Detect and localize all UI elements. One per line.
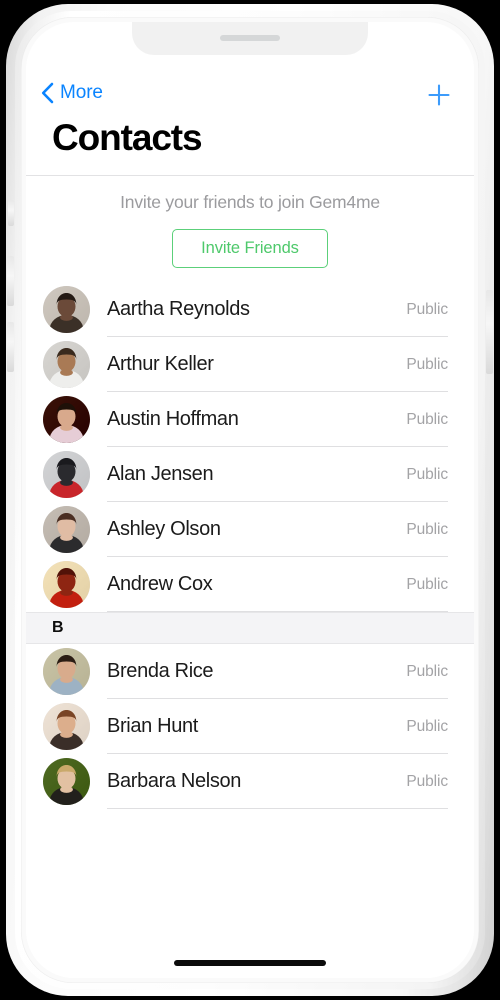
notch bbox=[132, 22, 368, 55]
contact-row[interactable]: Andrew Cox Public bbox=[26, 557, 474, 612]
silent-switch-button[interactable] bbox=[8, 200, 14, 226]
volume-down-button[interactable] bbox=[7, 322, 14, 372]
avatar bbox=[43, 341, 90, 388]
avatar bbox=[43, 758, 90, 805]
avatar bbox=[43, 396, 90, 443]
contact-name: Alan Jensen bbox=[107, 463, 214, 485]
back-button-label: More bbox=[60, 82, 103, 103]
volume-up-button[interactable] bbox=[7, 256, 14, 306]
contact-group: Brenda Rice Public Brian Hunt Public Barba… bbox=[26, 644, 474, 809]
contact-status-badge: Public bbox=[406, 575, 448, 593]
contact-row[interactable]: Brenda Rice Public bbox=[26, 644, 474, 699]
contact-row[interactable]: Aartha Reynolds Public bbox=[26, 282, 474, 337]
contact-name: Ashley Olson bbox=[107, 518, 221, 540]
invite-friends-button[interactable]: Invite Friends bbox=[172, 229, 328, 268]
contact-name: Aartha Reynolds bbox=[107, 298, 250, 320]
avatar bbox=[43, 703, 90, 750]
contact-status-badge: Public bbox=[406, 772, 448, 790]
back-button[interactable]: More bbox=[41, 82, 103, 104]
contacts-list: Aartha Reynolds Public Arthur Keller Publi… bbox=[26, 282, 474, 809]
home-indicator[interactable] bbox=[174, 960, 326, 966]
contact-status-badge: Public bbox=[406, 355, 448, 373]
contact-name: Brian Hunt bbox=[107, 715, 198, 737]
power-button[interactable] bbox=[486, 290, 493, 374]
contact-name: Austin Hoffman bbox=[107, 408, 239, 430]
navigation-bar: More Contacts bbox=[26, 55, 474, 176]
phone-screen: More Contacts Invite your friends to joi… bbox=[26, 22, 474, 978]
contact-status-badge: Public bbox=[406, 465, 448, 483]
avatar bbox=[43, 561, 90, 608]
contact-status-badge: Public bbox=[406, 717, 448, 735]
phone-frame: More Contacts Invite your friends to joi… bbox=[6, 4, 494, 996]
invite-banner: Invite your friends to join Gem4me Invit… bbox=[26, 176, 474, 282]
contact-group: Aartha Reynolds Public Arthur Keller Publi… bbox=[26, 282, 474, 612]
add-contact-button[interactable] bbox=[424, 80, 454, 110]
contacts-scroll-area[interactable]: Invite your friends to join Gem4me Invit… bbox=[26, 176, 474, 978]
contact-status-badge: Public bbox=[406, 520, 448, 538]
avatar bbox=[43, 451, 90, 498]
contact-status-badge: Public bbox=[406, 410, 448, 428]
earpiece-speaker-icon bbox=[220, 35, 280, 41]
contact-name: Andrew Cox bbox=[107, 573, 213, 595]
contact-status-badge: Public bbox=[406, 300, 448, 318]
contact-row[interactable]: Brian Hunt Public bbox=[26, 699, 474, 754]
plus-icon bbox=[424, 80, 454, 110]
contact-name: Brenda Rice bbox=[107, 660, 214, 682]
invite-prompt-text: Invite your friends to join Gem4me bbox=[120, 192, 380, 212]
contact-row[interactable]: Arthur Keller Public bbox=[26, 337, 474, 392]
avatar bbox=[43, 648, 90, 695]
chevron-left-icon bbox=[41, 82, 54, 104]
contact-row[interactable]: Austin Hoffman Public bbox=[26, 392, 474, 447]
contact-name: Arthur Keller bbox=[107, 353, 214, 375]
contact-status-badge: Public bbox=[406, 662, 448, 680]
avatar bbox=[43, 286, 90, 333]
contact-row[interactable]: Ashley Olson Public bbox=[26, 502, 474, 557]
navigation-bar-top-row: More bbox=[26, 55, 474, 117]
avatar bbox=[43, 506, 90, 553]
contact-row[interactable]: Barbara Nelson Public bbox=[26, 754, 474, 809]
section-header-b: B bbox=[26, 612, 474, 644]
contact-name: Barbara Nelson bbox=[107, 770, 242, 792]
page-title: Contacts bbox=[52, 117, 203, 158]
contact-row[interactable]: Alan Jensen Public bbox=[26, 447, 474, 502]
